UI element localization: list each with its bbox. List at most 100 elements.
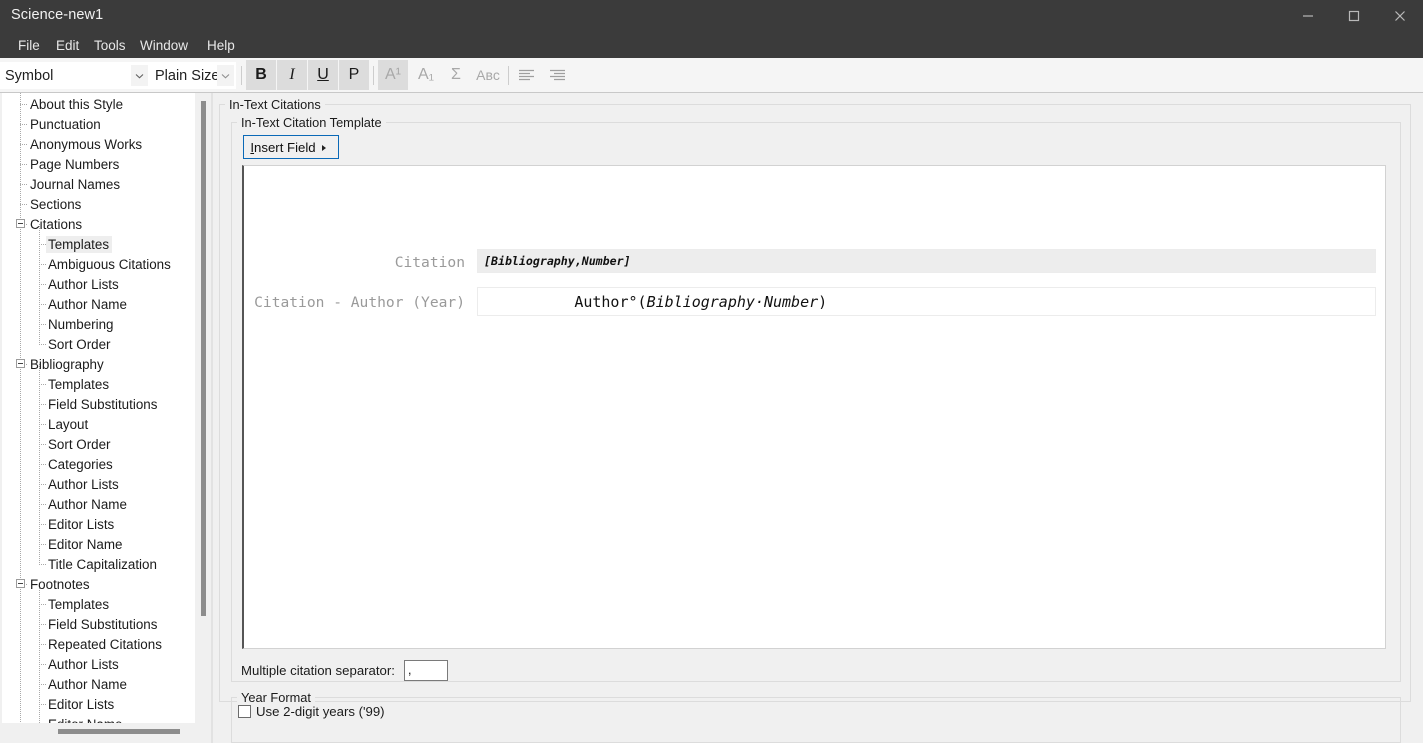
- tree-item-numbering[interactable]: Numbering: [46, 314, 117, 334]
- tree-item-author-lists[interactable]: Author Lists: [46, 474, 122, 494]
- tree-collapse-icon[interactable]: [16, 219, 25, 228]
- template-row-author-year-field[interactable]: Author°(Bibliography·Number): [477, 287, 1376, 316]
- title-bar: Science-new1: [0, 0, 1423, 32]
- in-text-citations-group-label: In-Text Citations: [225, 97, 325, 112]
- tree-collapse-icon[interactable]: [16, 359, 25, 368]
- tree-item-templates[interactable]: Templates: [46, 234, 113, 254]
- small-caps-button[interactable]: Aʙᴄ: [471, 60, 505, 90]
- bold-label: B: [255, 66, 267, 83]
- symbol-button[interactable]: Σ: [441, 60, 471, 90]
- tree-item-about-this-style[interactable]: About this Style: [28, 94, 126, 114]
- tree-guide-tick: [39, 664, 46, 665]
- tree-guide-tick: [20, 104, 27, 105]
- two-digit-years-checkbox[interactable]: [238, 705, 251, 718]
- two-digit-years-row[interactable]: Use 2-digit years ('99): [238, 704, 385, 719]
- tree-item-citations[interactable]: Citations: [28, 214, 85, 234]
- tree-guide-tick: [39, 404, 46, 405]
- menu-item-edit[interactable]: Edit: [49, 32, 86, 58]
- tree-item-field-substitutions[interactable]: Field Substitutions: [46, 394, 160, 414]
- tree-item-label: Title Capitalization: [48, 556, 157, 572]
- tree-item-label: Author Name: [48, 496, 127, 512]
- settings-panel: In-Text Citations In-Text Citation Templ…: [213, 93, 1423, 743]
- menu-bar: File Edit Tools Window Help: [0, 32, 1423, 58]
- tree-item-journal-names[interactable]: Journal Names: [28, 174, 123, 194]
- size-combo-value: Plain Size: [155, 67, 220, 84]
- tree-item-editor-name[interactable]: Editor Name: [46, 714, 125, 724]
- tree-item-ambiguous-citations[interactable]: Ambiguous Citations: [46, 254, 174, 274]
- chevron-down-icon[interactable]: [217, 65, 234, 86]
- tree-item-author-name[interactable]: Author Name: [46, 674, 130, 694]
- superscript-button[interactable]: A¹: [378, 60, 408, 90]
- underline-button[interactable]: U: [308, 60, 338, 90]
- tree-collapse-icon[interactable]: [16, 579, 25, 588]
- tree-horizontal-scroll-thumb[interactable]: [58, 729, 180, 734]
- tree-item-sections[interactable]: Sections: [28, 194, 84, 214]
- menu-item-window[interactable]: Window: [133, 32, 195, 58]
- tree-item-sort-order[interactable]: Sort Order: [46, 334, 114, 354]
- tree-horizontal-scrollbar[interactable]: [2, 723, 211, 739]
- sigma-icon: Σ: [451, 66, 461, 83]
- tree-item-author-lists[interactable]: Author Lists: [46, 654, 122, 674]
- tree-item-categories[interactable]: Categories: [46, 454, 116, 474]
- window-title: Science-new1: [11, 7, 104, 23]
- tree-guide-tick: [39, 484, 46, 485]
- tree-item-field-substitutions[interactable]: Field Substitutions: [46, 614, 160, 634]
- tree-guide-tick: [39, 324, 46, 325]
- menu-item-tools[interactable]: Tools: [87, 32, 133, 58]
- tree-vertical-scroll-thumb[interactable]: [201, 101, 206, 616]
- align-right-button[interactable]: [542, 60, 572, 90]
- tree-item-title-capitalization[interactable]: Title Capitalization: [46, 554, 160, 574]
- chevron-down-icon[interactable]: [131, 65, 148, 86]
- plain-button[interactable]: P: [339, 60, 369, 90]
- tree-guide-tick: [20, 204, 27, 205]
- citation-template-editor[interactable]: Citation [Bibliography,Number] Citation …: [242, 165, 1386, 649]
- menu-item-help[interactable]: Help: [200, 32, 242, 58]
- tree-item-author-name[interactable]: Author Name: [46, 494, 130, 514]
- style-tree[interactable]: About this Style Punctuation Anonymous Wor…: [2, 93, 195, 723]
- tree-item-label: Editor Lists: [48, 516, 115, 532]
- menu-item-file[interactable]: File: [11, 32, 47, 58]
- multiple-citation-separator-input[interactable]: ,: [403, 659, 448, 681]
- tree-item-editor-name[interactable]: Editor Name: [46, 534, 125, 554]
- tree-guide-tick: [39, 524, 46, 525]
- tree-item-label: Author Name: [48, 296, 127, 312]
- tree-item-punctuation[interactable]: Punctuation: [28, 114, 104, 134]
- tree-guide-tick: [39, 624, 46, 625]
- font-combo[interactable]: Symbol: [0, 62, 150, 89]
- maximize-button[interactable]: [1331, 0, 1377, 32]
- tree-item-templates[interactable]: Templates: [46, 594, 112, 614]
- tree-item-templates[interactable]: Templates: [46, 374, 112, 394]
- tree-item-editor-lists[interactable]: Editor Lists: [46, 514, 117, 534]
- tree-item-page-numbers[interactable]: Page Numbers: [28, 154, 122, 174]
- tree-guide-tick: [39, 424, 46, 425]
- tree-item-author-name[interactable]: Author Name: [46, 294, 130, 314]
- tree-item-repeated-citations[interactable]: Repeated Citations: [46, 634, 165, 654]
- tree-guide-tick: [39, 684, 46, 685]
- align-left-button[interactable]: [511, 60, 541, 90]
- size-combo[interactable]: Plain Size: [150, 62, 236, 89]
- minimize-button[interactable]: [1285, 0, 1331, 32]
- template-row-citation-field[interactable]: [Bibliography,Number]: [477, 249, 1376, 273]
- tree-item-label: Ambiguous Citations: [48, 256, 171, 272]
- tree-item-label: Author Lists: [48, 476, 119, 492]
- close-button[interactable]: [1377, 0, 1423, 32]
- tree-item-sort-order[interactable]: Sort Order: [46, 434, 114, 454]
- tree-item-label: Author Lists: [48, 276, 119, 292]
- tree-item-anonymous-works[interactable]: Anonymous Works: [28, 134, 145, 154]
- tree-item-author-lists[interactable]: Author Lists: [46, 274, 122, 294]
- tree-item-layout[interactable]: Layout: [46, 414, 91, 434]
- insert-field-button[interactable]: Insert Field: [243, 135, 339, 159]
- tree-item-label: Field Substitutions: [48, 616, 158, 632]
- multiple-citation-separator-label: Multiple citation separator:: [241, 662, 395, 678]
- tree-item-bibliography[interactable]: Bibliography: [28, 354, 107, 374]
- tree-guide-tick: [39, 604, 46, 605]
- italic-button[interactable]: I: [277, 60, 307, 90]
- tree-item-footnotes[interactable]: Footnotes: [28, 574, 93, 594]
- tree-vertical-scrollbar[interactable]: [196, 93, 211, 723]
- two-digit-years-label: Use 2-digit years ('99): [256, 704, 385, 719]
- navigation-panel: About this Style Punctuation Anonymous Wor…: [0, 93, 213, 743]
- caret-right-icon: [322, 145, 326, 151]
- tree-item-editor-lists[interactable]: Editor Lists: [46, 694, 117, 714]
- subscript-button[interactable]: A₁: [411, 60, 441, 90]
- bold-button[interactable]: B: [246, 60, 276, 90]
